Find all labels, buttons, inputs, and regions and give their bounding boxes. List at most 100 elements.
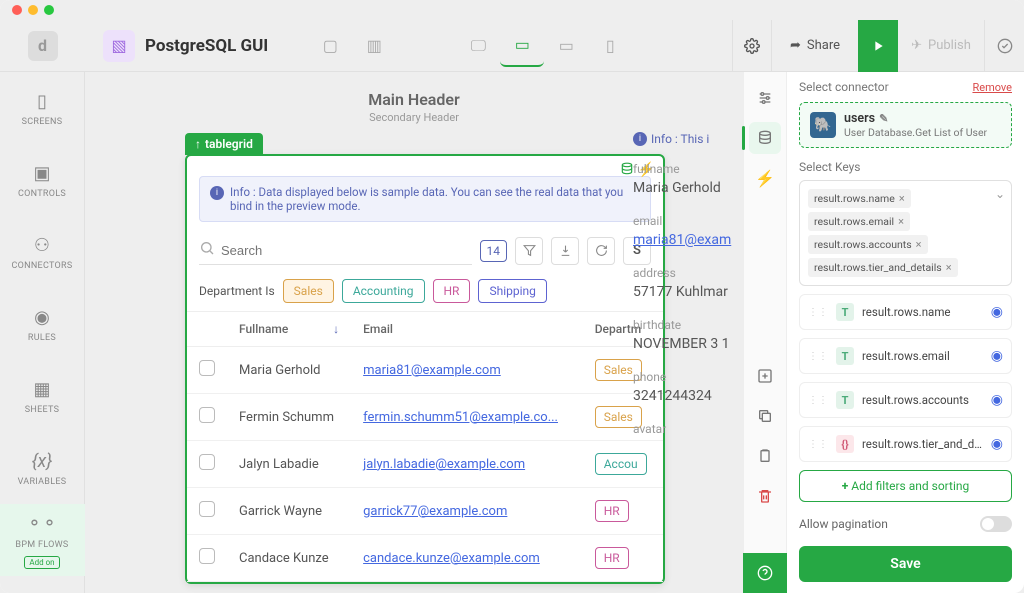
rail-connectors[interactable]: ⚇ CONNECTORS — [0, 216, 85, 288]
datatype-icon: T — [836, 347, 854, 365]
key-pill[interactable]: result.rows.accounts × — [808, 235, 928, 254]
share-button[interactable]: ➦ Share — [772, 20, 858, 72]
drag-handle-icon[interactable]: ⋮⋮ — [808, 395, 828, 406]
tablegrid-widget[interactable]: ↑ tablegrid ⚡ i Info : Data displayed be… — [185, 154, 665, 584]
add-filters-button[interactable]: + Add filters and sorting — [799, 470, 1012, 502]
drag-handle-icon[interactable]: ⋮⋮ — [808, 439, 828, 450]
email-link[interactable]: candace.kunze@example.com — [363, 551, 540, 566]
remove-key-icon[interactable]: × — [899, 192, 905, 205]
copy-icon[interactable] — [749, 400, 781, 432]
visibility-eye-icon[interactable]: ◉ — [991, 436, 1003, 452]
settings-gear-icon[interactable] — [732, 20, 772, 72]
sliders-icon[interactable] — [749, 82, 781, 114]
edit-pencil-icon[interactable]: ✎ — [879, 112, 888, 125]
email-link[interactable]: fermin.schumm51@example.co... — [363, 410, 558, 425]
visibility-eye-icon[interactable]: ◉ — [991, 348, 1003, 364]
postgres-icon: 🐘 — [810, 112, 836, 138]
top-toolbar: d ▧ PostgreSQL GUI ▢ ▥ 🖵 ▭ ▭ ▯ ➦ Share — [0, 20, 1024, 72]
save-button[interactable]: Save — [799, 546, 1012, 582]
trash-icon[interactable] — [749, 480, 781, 512]
row-checkbox[interactable] — [199, 501, 215, 517]
preview-play-button[interactable] — [858, 20, 898, 72]
keys-dropdown[interactable]: ⌄ result.rows.name × result.rows.email × r… — [799, 180, 1012, 286]
drag-handle-icon[interactable]: ⋮⋮ — [808, 351, 828, 362]
visibility-eye-icon[interactable]: ◉ — [991, 304, 1003, 320]
rail-rules[interactable]: ◉ RULES — [0, 288, 85, 360]
zoom-dot[interactable] — [44, 5, 54, 15]
table-row[interactable]: Candace Kunze candace.kunze@example.com … — [187, 535, 663, 582]
rail-screens[interactable]: ▯ SCREENS — [0, 72, 85, 144]
publish-button[interactable]: ✈ Publish — [898, 20, 984, 72]
row-checkbox[interactable] — [199, 407, 215, 423]
paste-icon[interactable] — [749, 440, 781, 472]
key-pill[interactable]: result.rows.tier_and_details × — [808, 258, 958, 277]
database-tab-icon[interactable] — [749, 122, 781, 154]
layout-icon-2[interactable]: ▥ — [352, 25, 396, 67]
minimize-dot[interactable] — [28, 5, 38, 15]
visibility-eye-icon[interactable]: ◉ — [991, 392, 1003, 408]
rail-sheets[interactable]: ▦ SHEETS — [0, 360, 85, 432]
table-row[interactable]: Garrick Wayne garrick77@example.com HR — [187, 488, 663, 535]
chip-hr[interactable]: HR — [433, 279, 471, 303]
rail-controls[interactable]: ▣ CONTROLS — [0, 144, 85, 216]
row-checkbox[interactable] — [199, 360, 215, 376]
device-tablet-landscape-icon[interactable]: ▭ — [544, 25, 588, 67]
table-row[interactable]: Maria Gerhold maria81@example.com Sales — [187, 347, 663, 394]
email-link[interactable]: garrick77@example.com — [363, 504, 507, 519]
remove-key-icon[interactable]: × — [898, 215, 904, 228]
chip-shipping[interactable]: Shipping — [478, 279, 546, 303]
design-canvas[interactable]: Main Header Secondary Header ↑ tablegrid… — [85, 72, 743, 593]
pagination-toggle[interactable] — [980, 516, 1012, 532]
key-pill[interactable]: result.rows.email × — [808, 212, 910, 231]
device-tablet-active-icon[interactable]: ▭ — [500, 25, 544, 67]
remove-link[interactable]: Remove — [972, 81, 1012, 94]
canvas-main-header: Main Header — [85, 90, 743, 109]
row-checkbox[interactable] — [199, 454, 215, 470]
bound-column-row[interactable]: ⋮⋮ T result.rows.email ◉ — [799, 338, 1012, 374]
drag-handle-icon[interactable]: ⋮⋮ — [808, 307, 828, 318]
add-icon[interactable] — [749, 360, 781, 392]
device-desktop-icon[interactable]: 🖵 — [456, 25, 500, 67]
properties-icon-rail: ⚡ — [743, 72, 787, 593]
cell-fullname: Garrick Wayne — [227, 488, 351, 535]
download-button[interactable] — [551, 237, 579, 265]
select-keys-label: Select Keys — [799, 160, 1012, 174]
email-link[interactable]: maria81@example.com — [363, 363, 501, 378]
help-icon[interactable] — [743, 553, 787, 593]
refresh-button[interactable] — [587, 237, 615, 265]
bolt-tab-icon[interactable]: ⚡ — [749, 162, 781, 194]
col-email[interactable]: Email — [351, 312, 583, 347]
remove-key-icon[interactable]: × — [946, 261, 952, 274]
rail-variables[interactable]: {x} VARIABLES — [0, 432, 85, 504]
remove-key-icon[interactable]: × — [916, 238, 922, 251]
bound-column-row[interactable]: ⋮⋮ T result.rows.accounts ◉ — [799, 382, 1012, 418]
vendor-logo: d — [0, 20, 85, 72]
info-icon: i — [633, 132, 647, 146]
cell-fullname: Fermin Schumm — [227, 394, 351, 441]
connector-card[interactable]: 🐘 users ✎ User Database.Get List of User — [799, 102, 1012, 148]
email-link[interactable]: jalyn.labadie@example.com — [363, 457, 525, 472]
search-input[interactable] — [221, 243, 472, 258]
validate-check-icon[interactable] — [984, 20, 1024, 72]
chip-accounting[interactable]: Accounting — [342, 279, 425, 303]
device-phone-icon[interactable]: ▯ — [588, 25, 632, 67]
table-row[interactable]: Jalyn Labadie jalyn.labadie@example.com … — [187, 441, 663, 488]
close-dot[interactable] — [12, 5, 22, 15]
bound-column-row[interactable]: ⋮⋮ T result.rows.name ◉ — [799, 294, 1012, 330]
col-fullname[interactable]: Fullname — [227, 312, 321, 347]
chip-sales[interactable]: Sales — [283, 279, 334, 303]
widget-name-label: tablegrid — [205, 137, 253, 151]
detail-field: birthdateNOVEMBER 3 1 — [633, 318, 743, 352]
filter-button[interactable] — [515, 237, 543, 265]
app-type-icon: ▧ — [103, 30, 135, 62]
rail-bpm-flows[interactable]: ⚬⚬ BPM FLOWS Add on — [0, 504, 85, 576]
chevron-down-icon[interactable]: ⌄ — [995, 187, 1005, 201]
key-pill[interactable]: result.rows.name × — [808, 189, 911, 208]
dept-label: Department Is — [199, 284, 275, 298]
sort-icon[interactable]: ↓ — [321, 312, 351, 347]
layout-icon-1[interactable]: ▢ — [308, 25, 352, 67]
bound-column-row[interactable]: ⋮⋮ {} result.rows.tier_and_detai... ◉ — [799, 426, 1012, 462]
widget-tab[interactable]: ↑ tablegrid — [185, 133, 263, 155]
row-checkbox[interactable] — [199, 548, 215, 564]
table-row[interactable]: Fermin Schumm fermin.schumm51@example.co… — [187, 394, 663, 441]
